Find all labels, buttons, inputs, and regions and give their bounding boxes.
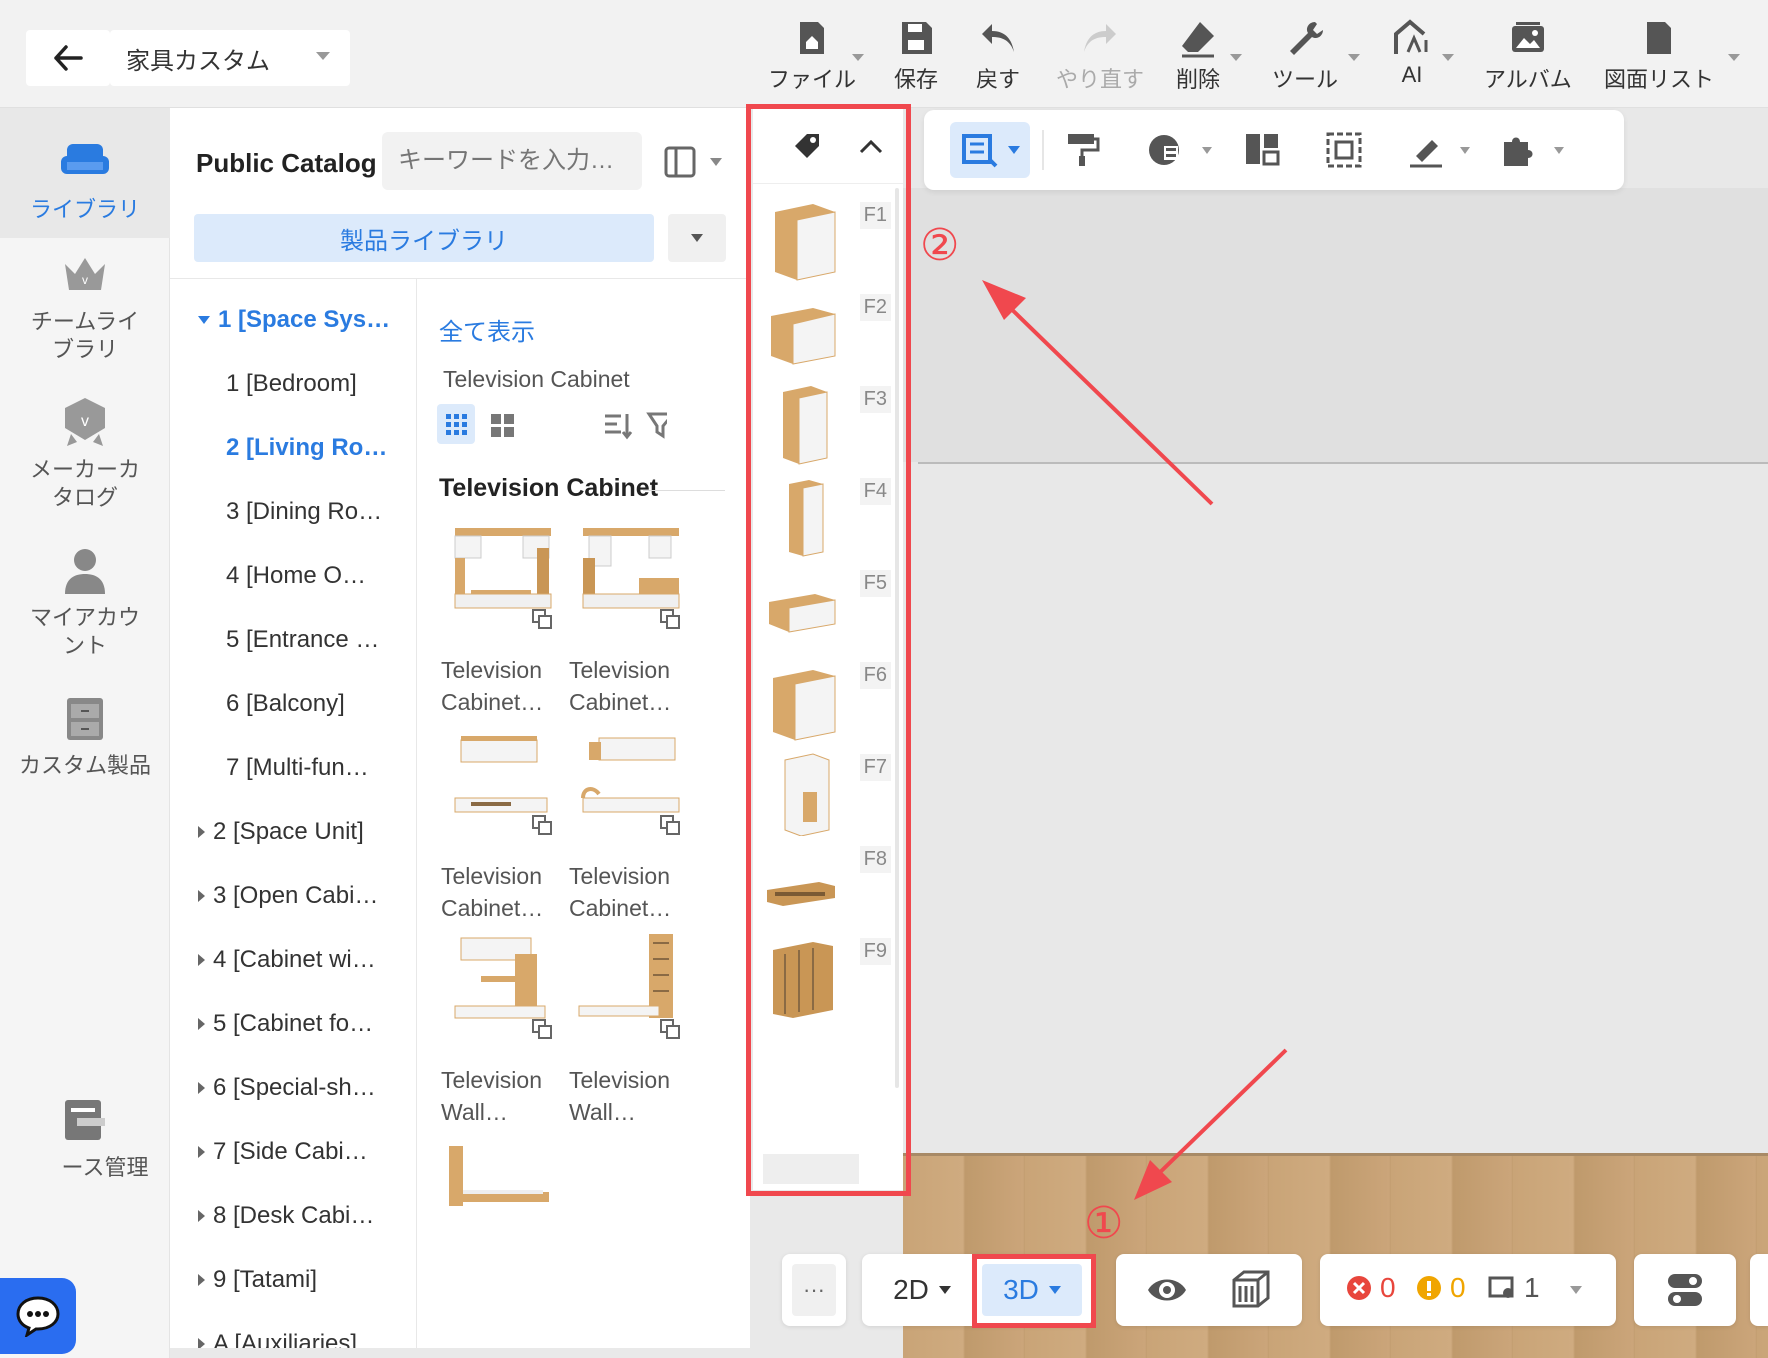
annotation-arrows xyxy=(982,280,1288,1200)
annotation-one: ① xyxy=(1084,1199,1124,1248)
annotation-two: ② xyxy=(920,221,960,270)
arrow-to-panel xyxy=(982,280,1214,506)
arrow-to-3d-button xyxy=(1134,1048,1288,1200)
